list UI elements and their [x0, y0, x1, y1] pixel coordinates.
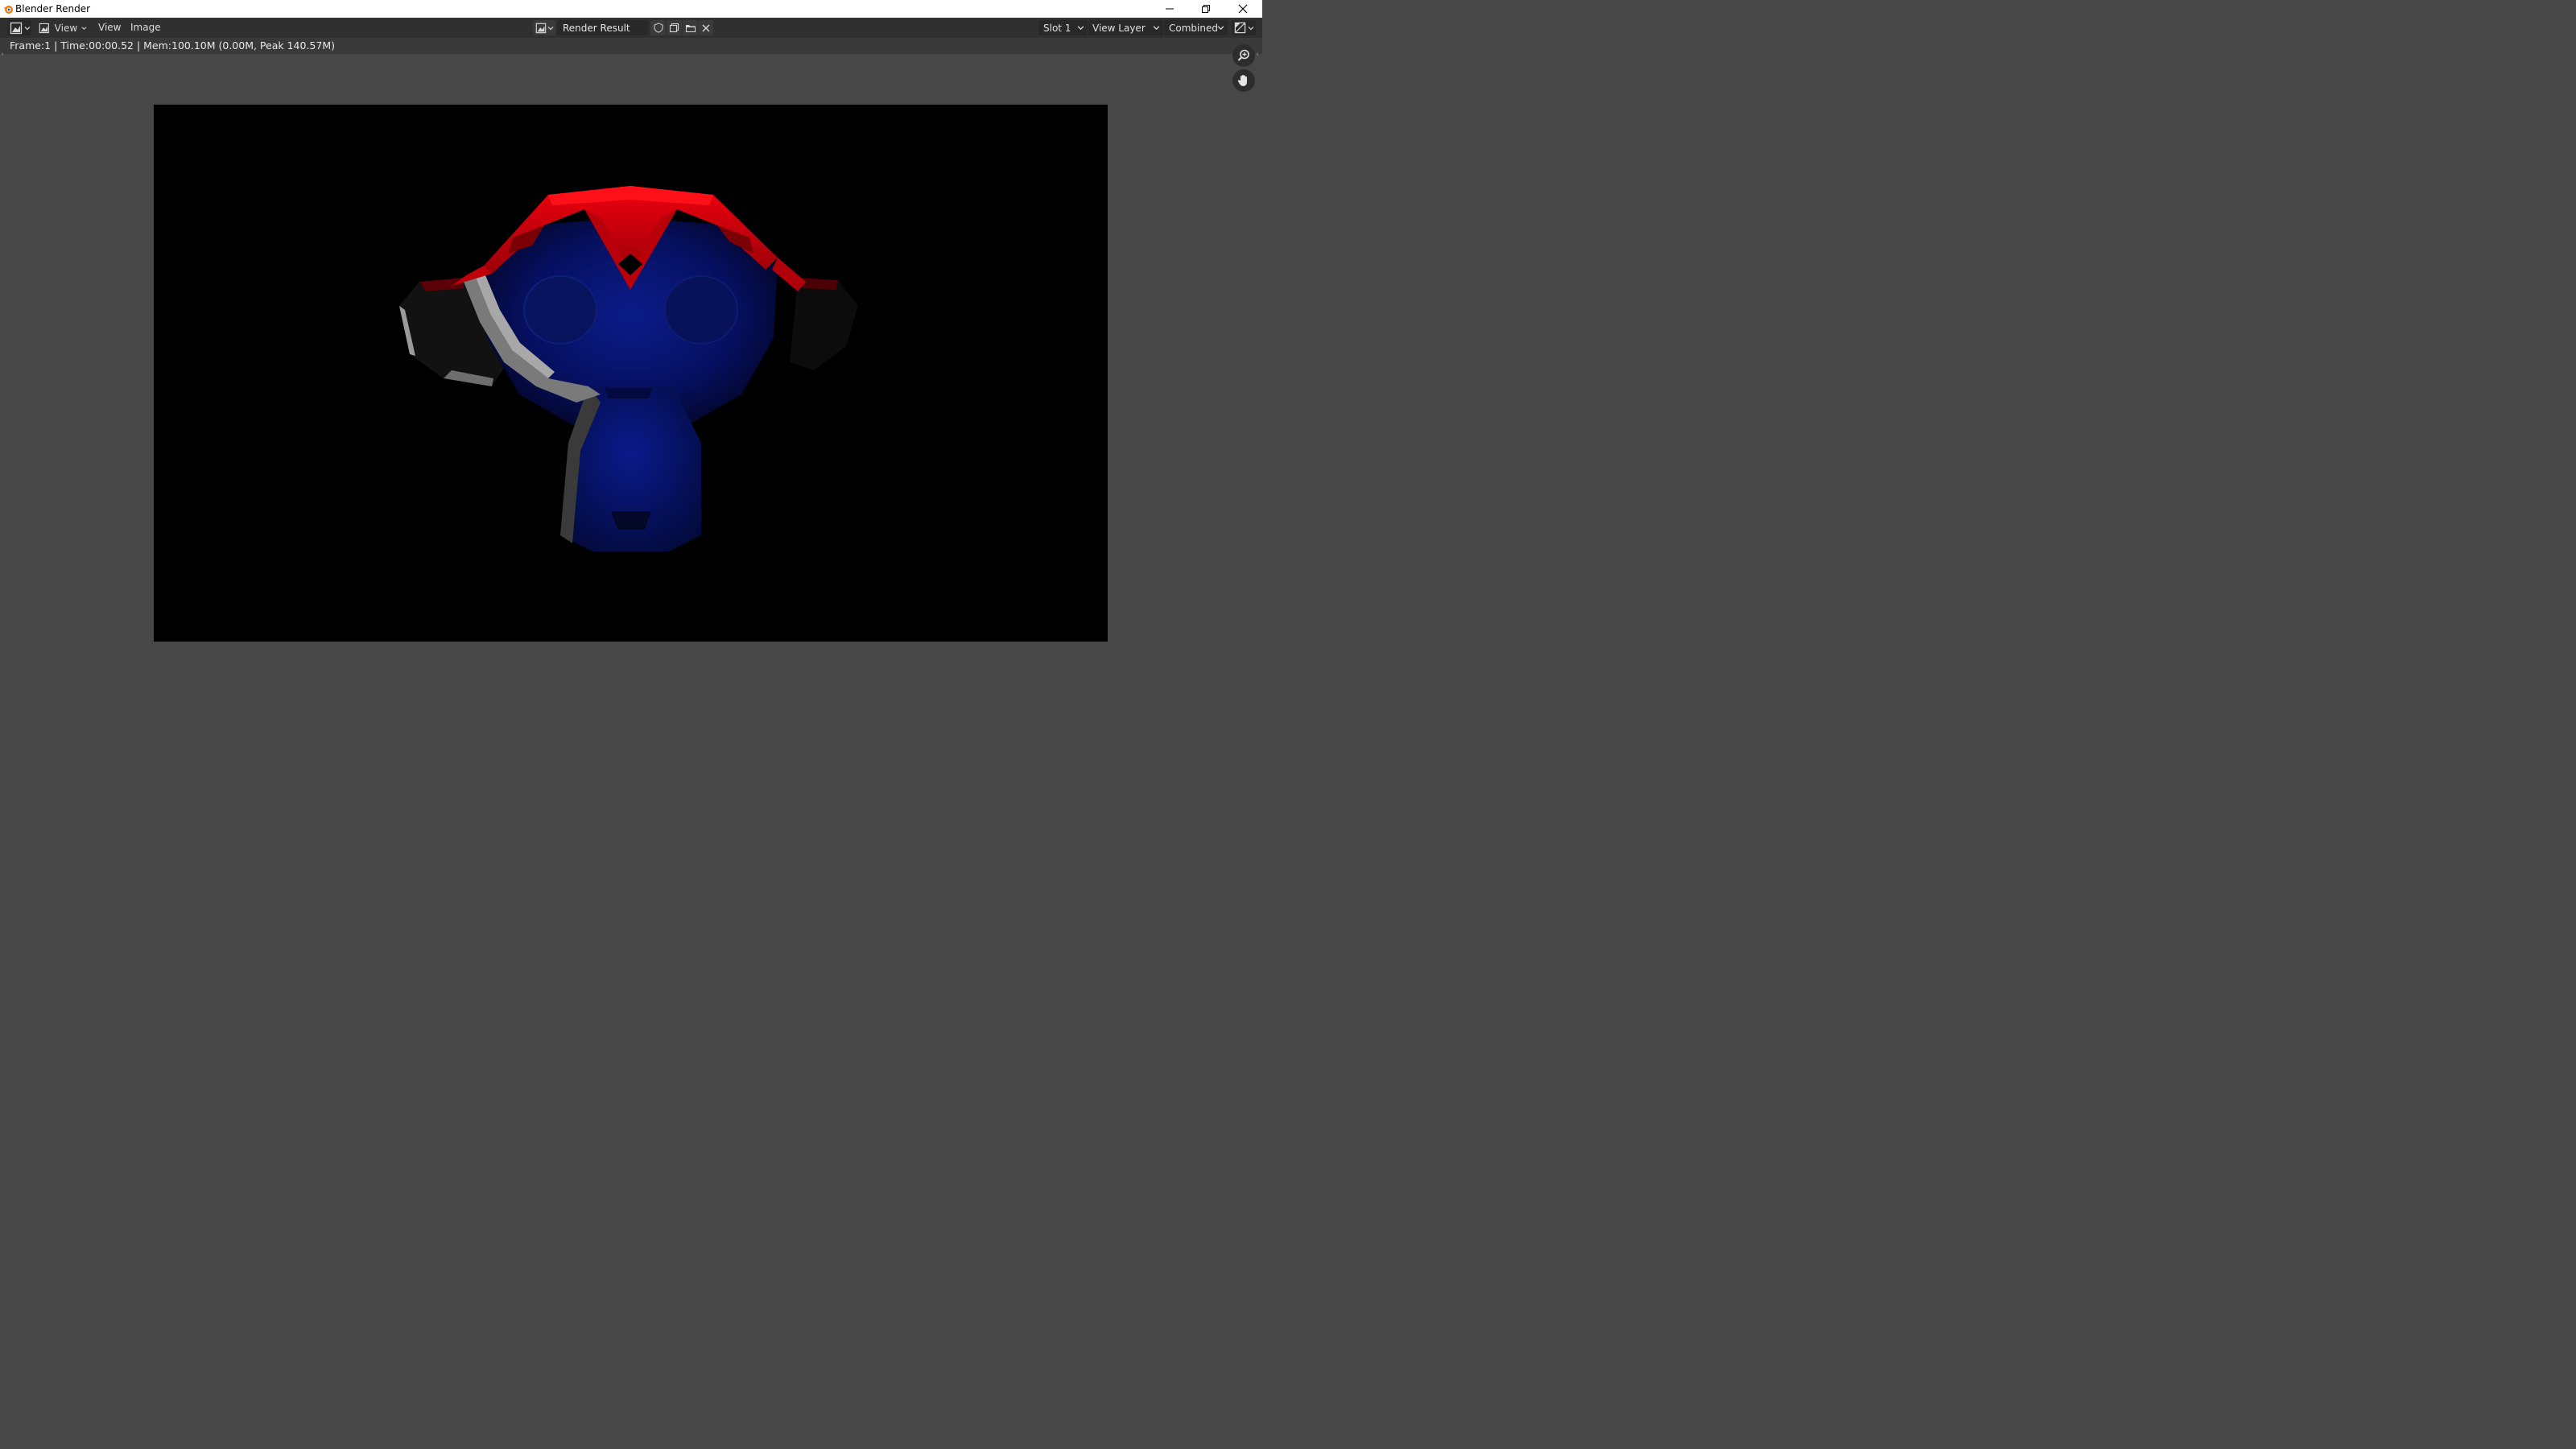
duplicate-icon: [669, 23, 679, 33]
new-image-button[interactable]: [667, 20, 682, 35]
minimize-icon: [1166, 8, 1174, 10]
close-icon: [1238, 4, 1248, 14]
slot-dropdown[interactable]: Slot 1: [1038, 20, 1088, 35]
close-window-button[interactable]: [1225, 0, 1261, 18]
color-channels-icon: [1234, 22, 1246, 34]
sidebar-expand-tab[interactable]: ‹: [1256, 50, 1259, 59]
shield-icon: [653, 23, 663, 33]
chevron-down-icon: [1153, 26, 1160, 31]
zoom-in-icon: [1237, 49, 1249, 61]
render-stats-text: Frame:1 | Time:00:00.52 | Mem:100.10M (0…: [10, 39, 335, 52]
image-browse-icon: [535, 23, 547, 33]
unlink-image-button[interactable]: [699, 20, 713, 35]
zoom-view-button[interactable]: [1232, 44, 1255, 67]
image-name-field[interactable]: Render Result: [557, 20, 648, 35]
display-channels-selector[interactable]: [1232, 20, 1256, 35]
image-view-icon: [39, 23, 49, 33]
chevron-down-icon: [1217, 26, 1224, 31]
image-name-text: Render Result: [563, 22, 630, 34]
image-editor-header: View View Image Render Result Slot 1 Vie…: [0, 18, 1262, 38]
render-pass-value: Combined: [1169, 22, 1218, 34]
view-mode-label: View: [54, 22, 78, 34]
restore-button[interactable]: [1188, 0, 1224, 18]
image-menu[interactable]: Image: [130, 22, 161, 33]
hand-icon: [1237, 75, 1247, 86]
window-titlebar: Blender Render: [0, 0, 1262, 18]
view-mode-selector[interactable]: View: [37, 20, 87, 35]
render-info-bar: Frame:1 | Time:00:00.52 | Mem:100.10M (0…: [0, 38, 1262, 54]
chevron-down-icon: [547, 26, 554, 30]
view-layer-dropdown[interactable]: View Layer: [1088, 20, 1163, 35]
folder-icon: [685, 24, 696, 32]
window-title: Blender Render: [15, 3, 91, 14]
view-layer-value: View Layer: [1092, 22, 1146, 34]
restore-icon: [1202, 5, 1210, 13]
chevron-down-icon: [1248, 26, 1254, 30]
blender-logo-icon: [3, 6, 13, 14]
pan-view-button[interactable]: [1232, 69, 1255, 92]
chevron-down-icon: [24, 26, 31, 30]
minimize-button[interactable]: [1152, 0, 1187, 18]
fake-user-button[interactable]: [650, 20, 666, 35]
suzanne-render-image: [154, 105, 1108, 723]
render-result-image: [154, 105, 1108, 723]
slot-value: Slot 1: [1043, 22, 1071, 34]
browse-image-button[interactable]: [533, 20, 555, 35]
view-menu[interactable]: View: [98, 22, 121, 33]
render-pass-dropdown[interactable]: Combined: [1164, 20, 1228, 35]
close-icon: [702, 24, 710, 31]
chevron-down-icon: [81, 26, 87, 30]
image-editor-icon: [10, 22, 23, 34]
open-image-button[interactable]: [683, 20, 698, 35]
editor-type-selector[interactable]: [7, 20, 31, 35]
chevron-down-icon: [1077, 26, 1084, 31]
toolbar-expand-tab[interactable]: ›: [1, 50, 4, 59]
